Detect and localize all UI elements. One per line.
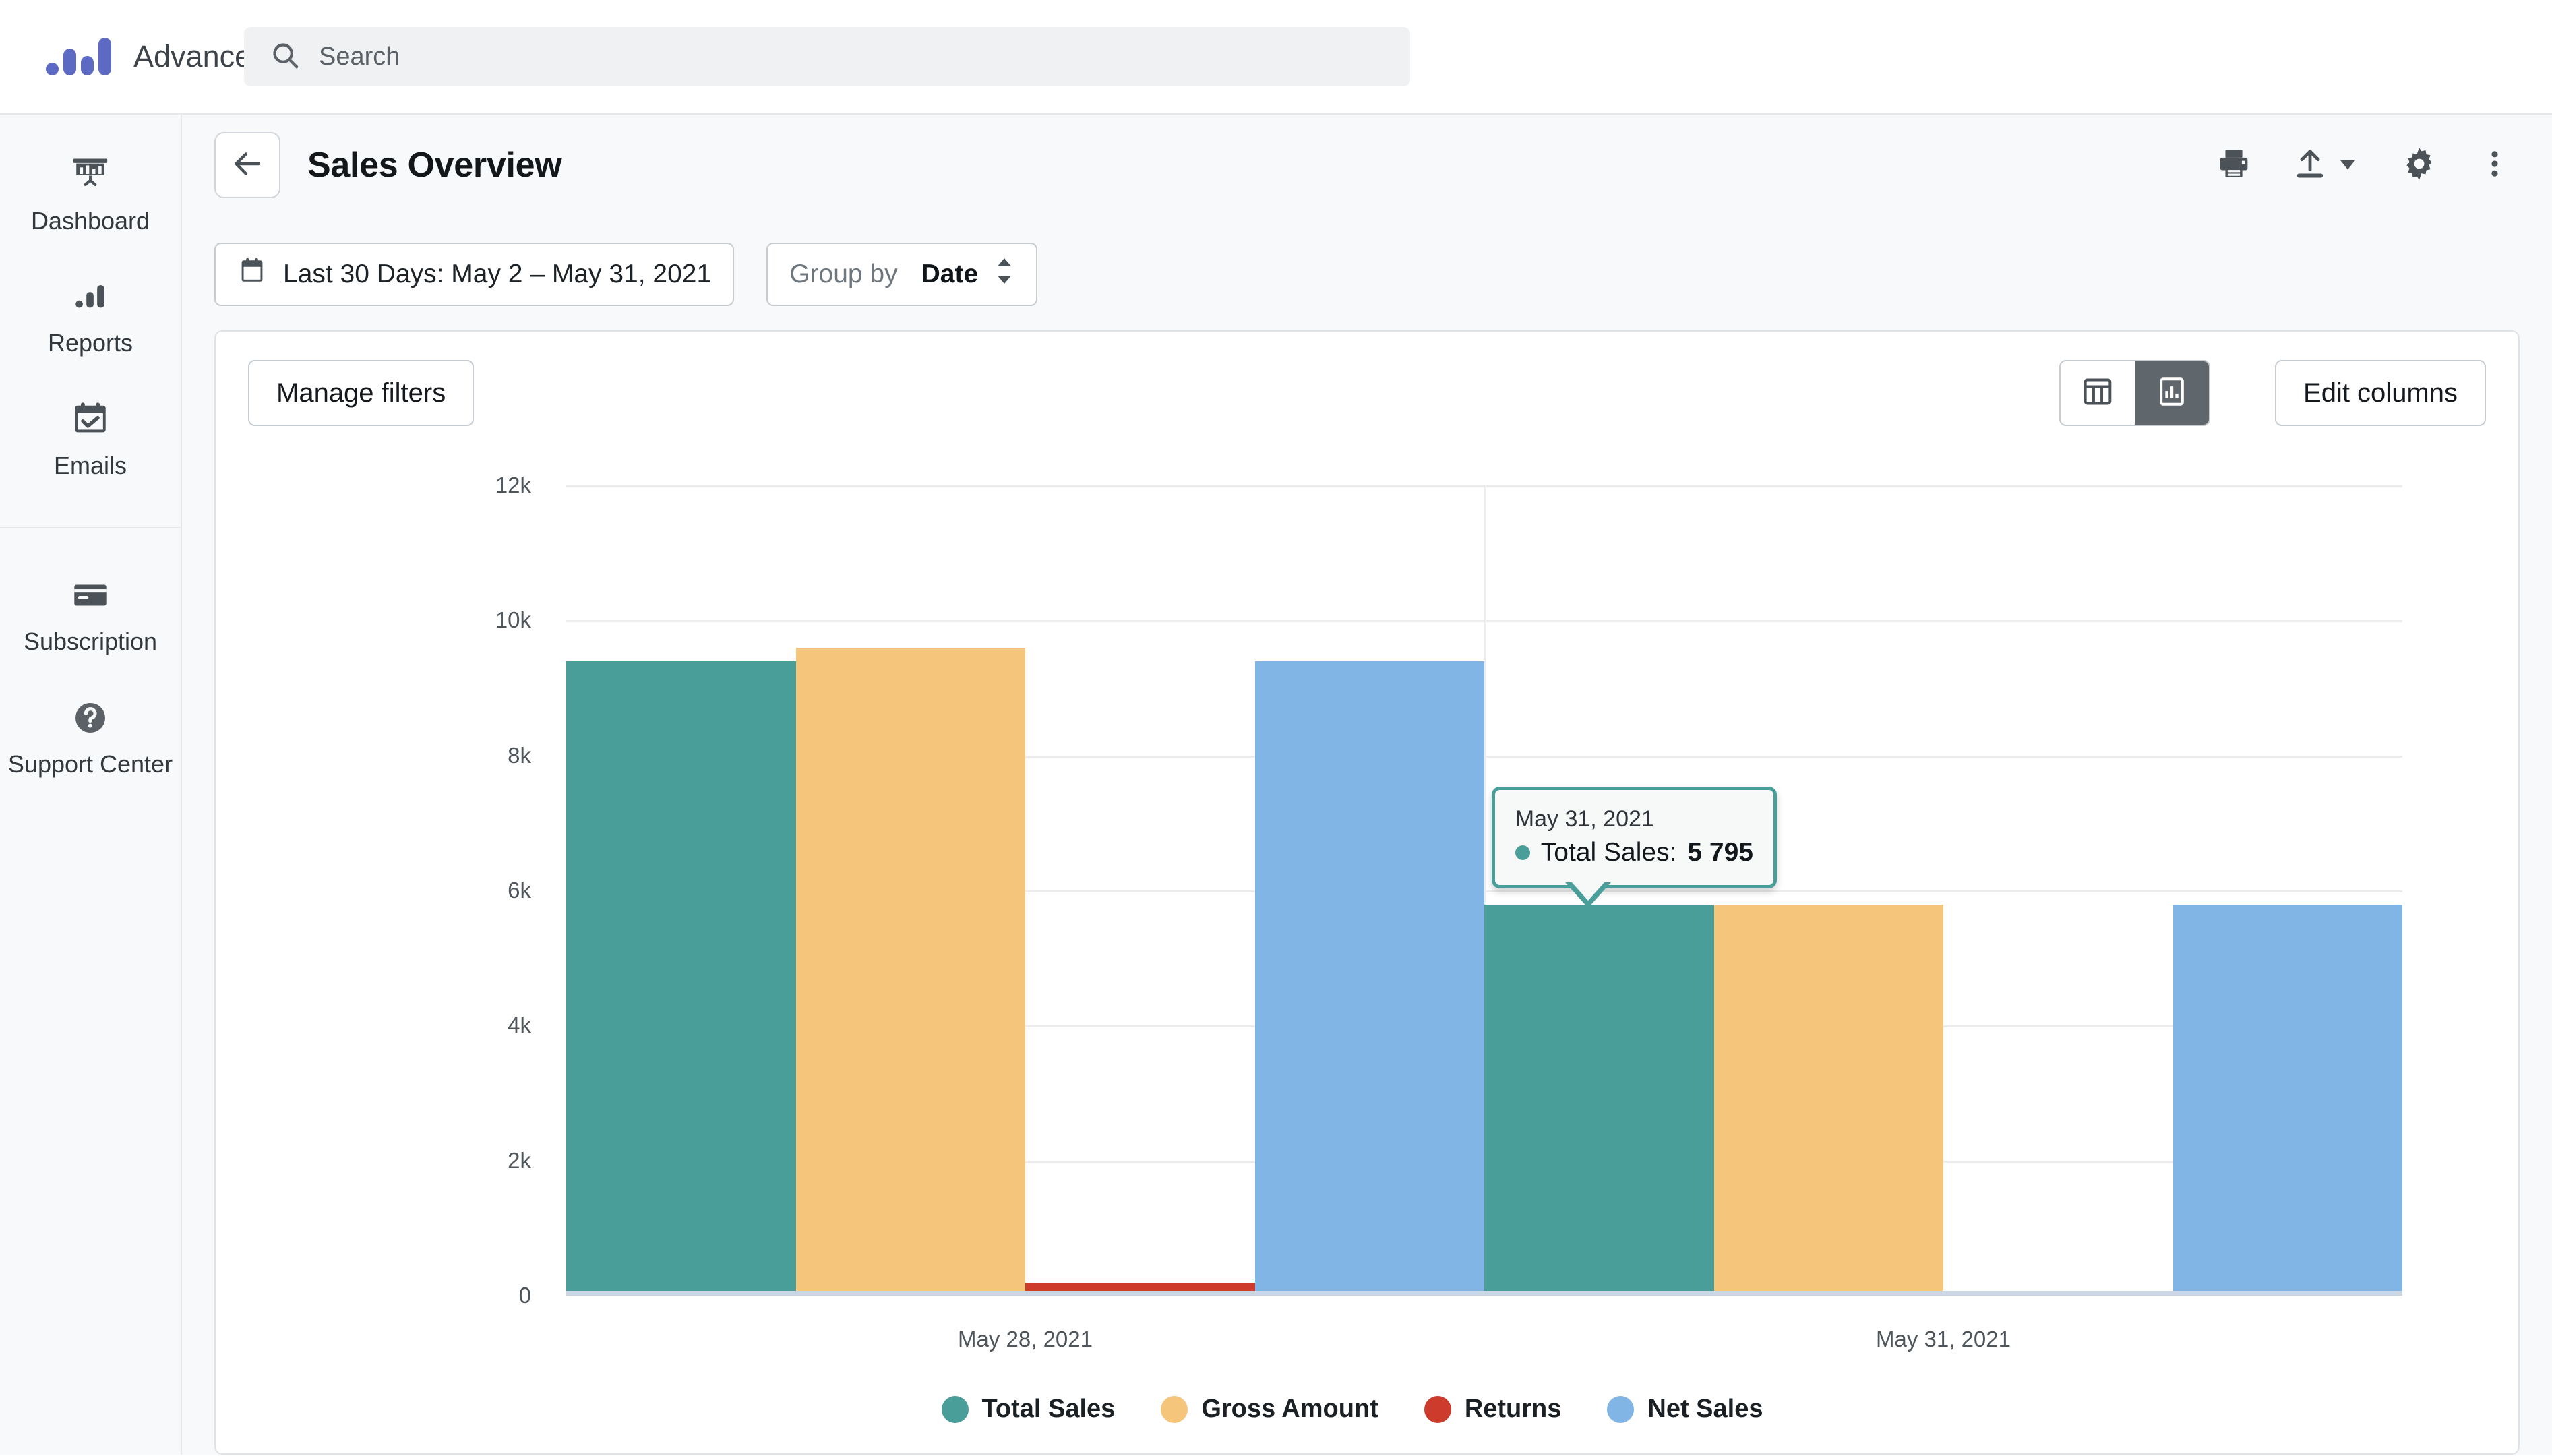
x-axis-baseline	[566, 1291, 2402, 1296]
legend-color-dot	[1607, 1395, 1635, 1423]
chart-bar[interactable]	[566, 661, 796, 1291]
main-content: Sales Overview Last 30 Days: May 2 – May…	[182, 115, 2552, 1455]
sidebar: Dashboard Reports Emails Subscription Su…	[0, 115, 182, 1455]
sidebar-item-label: Subscription	[23, 628, 158, 656]
legend-label: Total Sales	[981, 1395, 1116, 1423]
tooltip-value: 5 795	[1687, 837, 1754, 867]
export-button[interactable]	[2293, 147, 2359, 184]
sidebar-item-emails[interactable]: Emails	[0, 382, 181, 504]
search-icon	[270, 40, 301, 74]
y-axis-tick-label: 4k	[508, 1012, 531, 1038]
x-axis-tick-label: May 31, 2021	[1876, 1327, 2011, 1352]
chart-container: 0 2k 4k 6k 8k 10k 12k May 31, 2021 Total Sales…	[216, 461, 2489, 1453]
table-view-button[interactable]	[2061, 361, 2135, 425]
kebab-menu-icon	[2479, 148, 2510, 183]
arrow-left-icon	[231, 147, 264, 184]
y-axis-tick-label: 8k	[508, 742, 531, 768]
sidebar-item-label: Dashboard	[30, 207, 150, 235]
chart-bar[interactable]	[1713, 904, 1943, 1291]
table-view-icon	[2081, 375, 2115, 412]
tooltip-series-name: Total Sales:	[1540, 837, 1677, 867]
card-toolbar: Manage filters Edit columns	[216, 332, 2518, 426]
upload-icon	[2293, 147, 2327, 184]
brand[interactable]: Advanced Reports	[0, 38, 383, 75]
chart-legend: Total Sales Gross Amount Returns Net Sales	[216, 1395, 2489, 1424]
chart-tooltip: May 31, 2021 Total Sales: 5 795	[1491, 787, 1778, 908]
printer-icon	[2216, 146, 2251, 185]
sidebar-item-support-center[interactable]: Support Center	[0, 681, 181, 803]
search-input[interactable]	[319, 42, 1289, 71]
print-button[interactable]	[2216, 146, 2251, 185]
app-logo-icon	[46, 38, 111, 75]
chart-view-icon	[2155, 375, 2189, 412]
legend-item[interactable]: Total Sales	[941, 1395, 1116, 1424]
settings-button[interactable]	[2401, 146, 2437, 185]
group-by-select[interactable]: Group by Date	[766, 243, 1038, 306]
chevron-down-icon	[2336, 152, 2359, 179]
legend-item[interactable]: Returns	[1424, 1395, 1562, 1424]
sidebar-item-reports[interactable]: Reports	[0, 260, 181, 382]
help-circle-icon	[71, 698, 110, 741]
y-axis-tick-label: 12k	[495, 473, 531, 497]
calendar-icon	[237, 256, 267, 293]
edit-columns-button[interactable]: Edit columns	[2275, 360, 2486, 426]
sidebar-item-label: Reports	[47, 329, 133, 357]
page-header: Sales Overview	[182, 115, 2552, 216]
header-actions	[2216, 146, 2521, 185]
more-options-button[interactable]	[2479, 148, 2510, 183]
legend-label: Returns	[1464, 1395, 1562, 1423]
presentation-chart-icon	[71, 155, 110, 198]
view-toggle	[2059, 360, 2211, 426]
tooltip-row: Total Sales: 5 795	[1515, 838, 1753, 868]
grid-line	[566, 1296, 2402, 1298]
bar-chart-icon	[71, 277, 110, 320]
chart-bar[interactable]	[1254, 661, 1484, 1291]
report-card: Manage filters Edit columns 0 2k 4k 6k 8…	[214, 330, 2520, 1455]
top-bar: Advanced Reports	[0, 0, 2552, 115]
y-axis-tick-label: 10k	[495, 607, 531, 633]
x-axis-tick-label: May 28, 2021	[958, 1327, 1093, 1352]
back-button[interactable]	[214, 132, 280, 198]
sidebar-item-subscription[interactable]: Subscription	[0, 558, 181, 680]
legend-color-dot	[941, 1395, 969, 1423]
chart-bar[interactable]	[1484, 904, 1714, 1291]
legend-color-dot	[1161, 1395, 1188, 1423]
legend-item[interactable]: Gross Amount	[1161, 1395, 1378, 1424]
group-by-value: Date	[921, 260, 979, 289]
tooltip-date: May 31, 2021	[1515, 806, 1654, 832]
y-axis-tick-label: 2k	[508, 1147, 531, 1173]
chart-bar[interactable]	[2173, 904, 2402, 1291]
chart-view-button[interactable]	[2135, 361, 2210, 425]
sidebar-item-label: Emails	[53, 451, 127, 479]
chart-plot-area[interactable]: 0 2k 4k 6k 8k 10k 12k	[495, 473, 2402, 1308]
tooltip-series-dot	[1515, 845, 1530, 860]
gear-icon	[2401, 146, 2437, 185]
sort-updown-icon	[994, 256, 1014, 293]
legend-color-dot	[1424, 1395, 1451, 1423]
calendar-check-icon	[71, 400, 110, 442]
chart-bar[interactable]	[795, 648, 1025, 1291]
sidebar-item-label: Support Center	[7, 750, 173, 778]
chart-bar[interactable]	[1025, 1282, 1255, 1291]
tooltip-arrow	[1564, 880, 1611, 908]
sidebar-secondary-group: Subscription Support Center	[0, 527, 181, 803]
date-range-label: Last 30 Days: May 2 – May 31, 2021	[283, 260, 712, 289]
legend-item[interactable]: Net Sales	[1607, 1395, 1763, 1424]
legend-label: Net Sales	[1647, 1395, 1763, 1423]
y-axis-tick-label: 0	[518, 1283, 531, 1308]
date-range-picker[interactable]: Last 30 Days: May 2 – May 31, 2021	[214, 243, 735, 306]
y-axis-tick-label: 6k	[508, 878, 531, 903]
sidebar-primary-group: Dashboard Reports Emails	[0, 115, 181, 504]
manage-filters-button[interactable]: Manage filters	[248, 360, 475, 426]
search-bar[interactable]	[244, 27, 1410, 86]
credit-card-icon	[71, 576, 110, 618]
legend-label: Gross Amount	[1201, 1395, 1378, 1423]
sidebar-item-dashboard[interactable]: Dashboard	[0, 138, 181, 260]
group-by-label: Group by	[789, 260, 898, 289]
filter-bar: Last 30 Days: May 2 – May 31, 2021 Group…	[182, 216, 2552, 330]
page-title: Sales Overview	[307, 146, 562, 185]
